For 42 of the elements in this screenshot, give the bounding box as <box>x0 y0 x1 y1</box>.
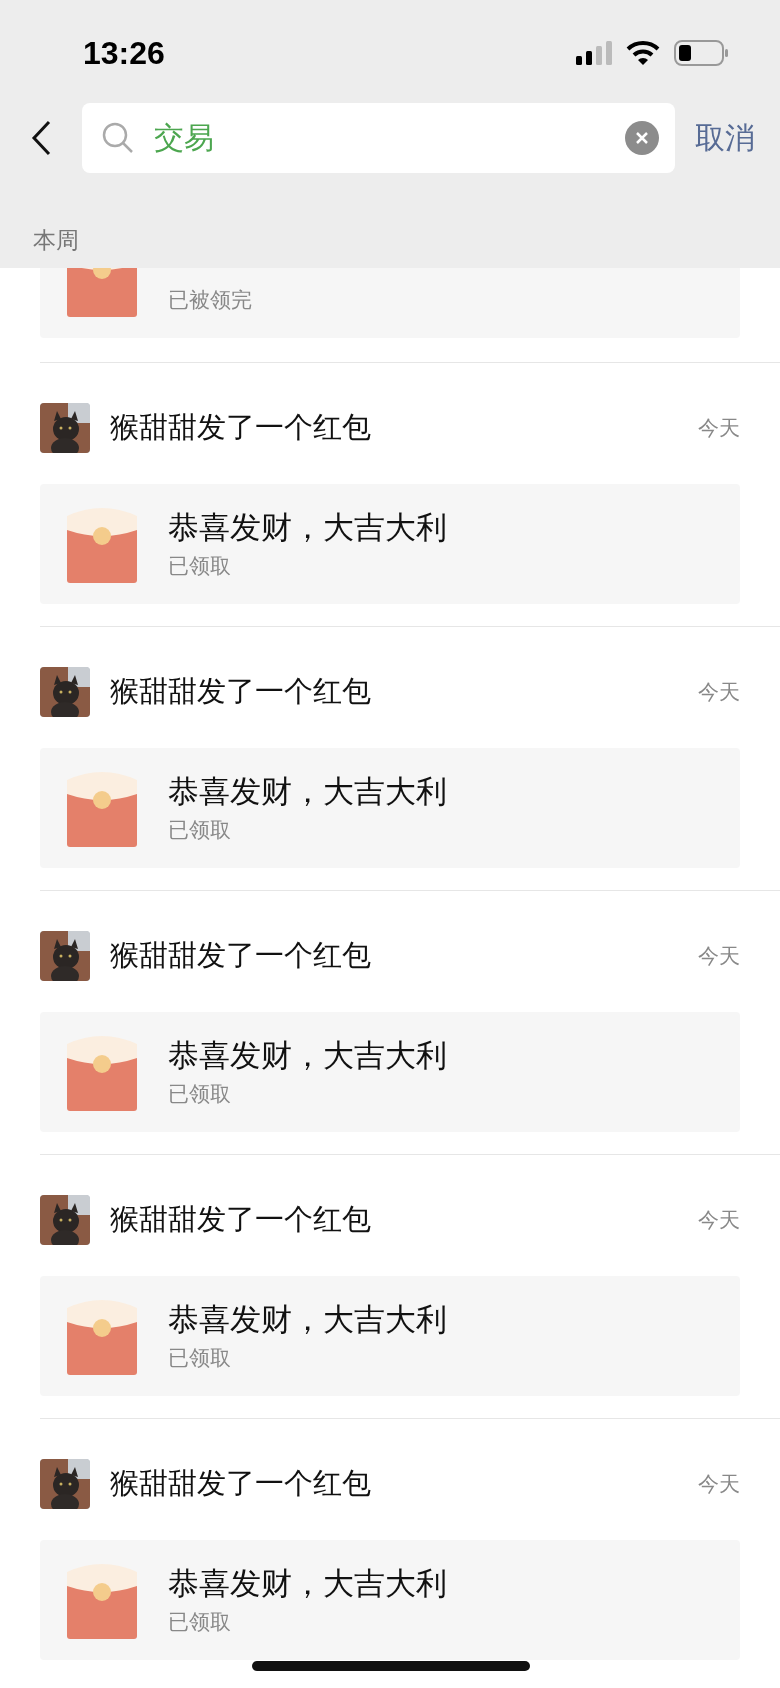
message-time: 今天 <box>698 943 740 970</box>
message-time: 今天 <box>698 679 740 706</box>
sender-line: 猴甜甜发了一个红包 <box>110 1465 371 1502</box>
section-label: 本周 <box>33 226 80 255</box>
packet-card[interactable]: 恭喜发财，大吉大利 已领取 <box>40 748 740 868</box>
packet-card[interactable]: 恭喜发财，大吉大利 已领取 <box>40 484 740 604</box>
packet-status: 已领取 <box>168 1609 232 1636</box>
sender-line: 猴甜甜发了一个红包 <box>110 409 371 446</box>
message-time: 今天 <box>698 415 740 442</box>
sender-line: 猴甜甜发了一个红包 <box>110 937 371 974</box>
battery-icon <box>674 40 728 66</box>
message-time: 今天 <box>698 1471 740 1498</box>
packet-card[interactable]: 恭喜发财，大吉大利 已领取 <box>40 1276 740 1396</box>
packet-greeting: 恭喜发财，大吉大利 <box>168 1300 447 1338</box>
close-icon <box>634 130 650 146</box>
status-time: 13:26 <box>83 34 165 73</box>
packet-greeting: 恭喜发财，大吉大利 <box>168 772 447 810</box>
packet-greeting: 恭喜发财，大吉大利 <box>168 1036 447 1074</box>
envelope-icon <box>67 1297 137 1375</box>
packet-card[interactable]: 恭喜发财，大吉大利 已领取 <box>40 1540 740 1660</box>
packet-status: 已领取 <box>168 1345 232 1372</box>
packet-greeting: 恭喜发财，大吉大利 <box>168 1564 447 1602</box>
wifi-icon <box>626 41 660 65</box>
envelope-icon <box>67 1561 137 1639</box>
packet-status: 已被领完 <box>168 287 252 314</box>
search-query: 交易 <box>154 118 214 157</box>
packet-status: 已领取 <box>168 817 232 844</box>
envelope-icon <box>67 505 137 583</box>
envelope-icon <box>67 769 137 847</box>
envelope-icon <box>67 1033 137 1111</box>
search-icon <box>102 122 134 154</box>
packet-greeting: 恭喜发财，大吉大利 <box>168 508 447 546</box>
sender-line: 猴甜甜发了一个红包 <box>110 1201 371 1238</box>
chevron-left-icon <box>31 120 51 156</box>
packet-status: 已领取 <box>168 553 232 580</box>
cancel-button[interactable]: 取消 <box>695 117 755 159</box>
packet-status: 已领取 <box>168 1081 232 1108</box>
clear-button[interactable] <box>625 121 659 155</box>
sender-line: 猴甜甜发了一个红包 <box>110 673 371 710</box>
signal-icon <box>576 41 612 65</box>
message-time: 今天 <box>698 1207 740 1234</box>
packet-card[interactable]: 恭喜发财，大吉大利 已领取 <box>40 1012 740 1132</box>
